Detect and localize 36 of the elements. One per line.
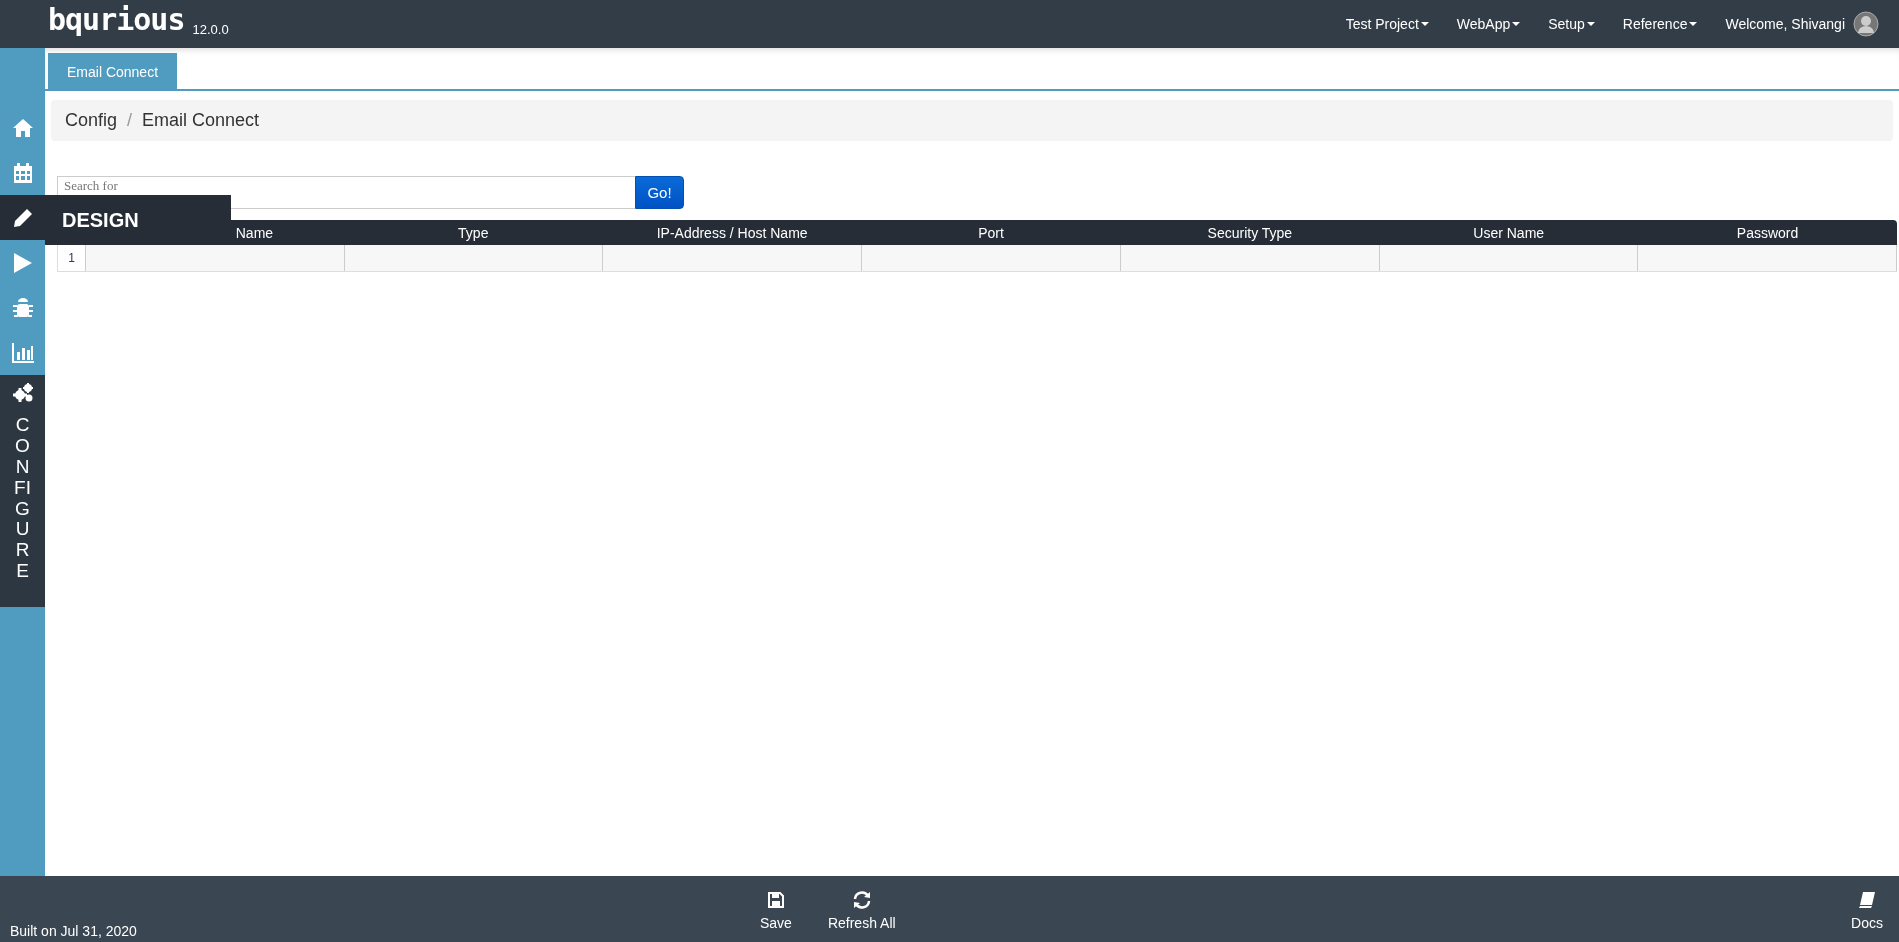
- nav-menu[interactable]: Test Project: [1345, 16, 1429, 32]
- configure-label: CONFIGURE: [13, 415, 32, 583]
- calendar-icon: [12, 161, 33, 184]
- user-avatar-icon[interactable]: [1853, 11, 1879, 37]
- welcome-text: Welcome, Shivangi: [1725, 16, 1845, 32]
- column-header: Type: [457, 224, 490, 241]
- nav-menu[interactable]: Reference: [1622, 16, 1698, 32]
- column-header: Name: [234, 224, 275, 241]
- home-icon: [11, 117, 34, 138]
- row-number: 1: [58, 245, 86, 271]
- breadcrumb-item[interactable]: Config: [65, 110, 118, 131]
- tooltip: DESIGN: [45, 195, 231, 245]
- breadcrumb-separator: /: [127, 110, 133, 131]
- save-button[interactable]: Save: [760, 876, 792, 942]
- column-header: Password: [1735, 224, 1800, 241]
- sidebar-item[interactable]: CONFIGURE: [0, 375, 45, 607]
- pencil-icon: [12, 207, 33, 228]
- bug-icon: [11, 296, 34, 319]
- nav-menu[interactable]: Setup: [1548, 16, 1595, 32]
- refresh-icon: [851, 891, 872, 909]
- bar-chart-icon: [10, 341, 35, 364]
- column-header: IP-Address / Host Name: [655, 224, 809, 241]
- breadcrumb-item: Email Connect: [142, 110, 260, 131]
- column-header: Security Type: [1206, 224, 1294, 241]
- column-header: User Name: [1472, 224, 1546, 241]
- go-button[interactable]: Go!: [635, 176, 684, 209]
- play-icon: [12, 251, 33, 274]
- docs-button[interactable]: Docs: [1851, 876, 1899, 942]
- app-logo: bqurious: [48, 5, 185, 35]
- book-icon: [1858, 891, 1877, 909]
- save-icon: [766, 891, 785, 909]
- version-label: 12.0.0: [192, 21, 229, 37]
- build-date: Built on Jul 31, 2020: [9, 923, 138, 941]
- column-header: Port: [977, 224, 1005, 241]
- nav-menu[interactable]: WebApp: [1456, 16, 1521, 32]
- refresh-button[interactable]: Refresh All: [827, 876, 896, 942]
